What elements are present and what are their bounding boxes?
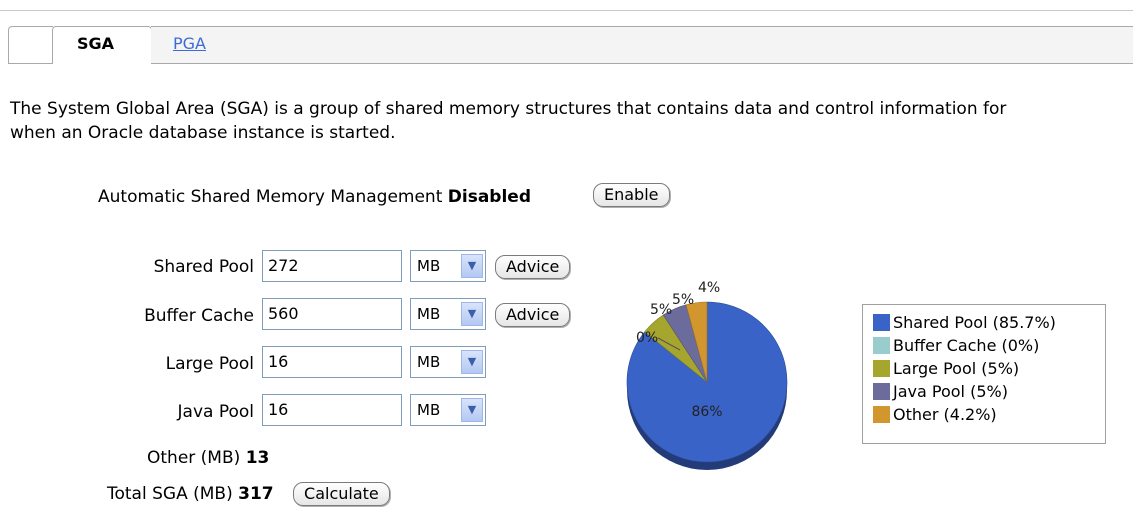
- tab-sga-label: SGA: [77, 34, 115, 53]
- large-pool-label: Large Pool: [165, 354, 254, 374]
- other-value: 13: [245, 448, 270, 468]
- tab-row: PGA: [151, 26, 1133, 64]
- chevron-down-icon[interactable]: ▼: [461, 254, 483, 278]
- page-border: [0, 10, 1133, 11]
- enable-button[interactable]: Enable: [593, 183, 670, 207]
- calculate-button[interactable]: Calculate: [293, 482, 390, 506]
- legend-swatch: [873, 337, 890, 354]
- java-pool-label: Java Pool: [177, 402, 254, 422]
- large-pool-unit-select[interactable]: MB ▼: [410, 346, 486, 378]
- tab-spacer: [8, 26, 53, 64]
- java-pool-unit-select[interactable]: MB ▼: [410, 394, 486, 426]
- shared-pool-unit: MB: [417, 257, 441, 275]
- legend-label: Buffer Cache (0%): [893, 336, 1040, 355]
- legend-item: Other (4.2%): [873, 403, 1105, 426]
- pie-slice-label: 0%: [636, 330, 658, 346]
- tab-sga[interactable]: SGA: [52, 26, 152, 64]
- legend-item: Buffer Cache (0%): [873, 334, 1105, 357]
- shared-pool-label: Shared Pool: [153, 257, 254, 277]
- shared-pool-input[interactable]: 272: [262, 250, 402, 282]
- legend-item: Java Pool (5%): [873, 380, 1105, 403]
- buffer-cache-unit-select[interactable]: MB ▼: [410, 298, 486, 330]
- legend-label: Java Pool (5%): [893, 382, 1008, 401]
- legend-swatch: [873, 406, 890, 423]
- legend-label: Large Pool (5%): [893, 359, 1020, 378]
- shared-pool-advice-button[interactable]: Advice: [495, 255, 571, 279]
- buffer-cache-unit: MB: [417, 305, 441, 323]
- buffer-cache-advice-button[interactable]: Advice: [495, 303, 571, 327]
- asmm-row: Automatic Shared Memory Management Disab…: [98, 183, 670, 207]
- pie-slice-label: 5%: [650, 302, 672, 318]
- chevron-down-icon[interactable]: ▼: [461, 398, 483, 422]
- total-value: 317: [238, 484, 274, 504]
- chevron-down-icon[interactable]: ▼: [461, 302, 483, 326]
- other-row: Other (MB) 13: [147, 448, 269, 468]
- large-pool-unit: MB: [417, 353, 441, 371]
- total-row: Total SGA (MB) 317 Calculate: [107, 482, 390, 506]
- buffer-cache-label: Buffer Cache: [144, 306, 254, 326]
- legend-label: Shared Pool (85.7%): [893, 313, 1056, 332]
- description-line-2: when an Oracle database instance is star…: [10, 123, 396, 143]
- other-label: Other (MB): [147, 448, 241, 468]
- java-pool-unit: MB: [417, 401, 441, 419]
- legend-swatch: [873, 383, 890, 400]
- large-pool-input[interactable]: 16: [262, 346, 402, 378]
- asmm-label: Automatic Shared Memory Management: [98, 187, 443, 207]
- chevron-down-icon[interactable]: ▼: [461, 350, 483, 374]
- total-label: Total SGA (MB): [107, 484, 233, 504]
- tab-bar: SGA PGA: [8, 26, 1133, 64]
- legend-item: Large Pool (5%): [873, 357, 1105, 380]
- buffer-cache-input[interactable]: 560: [262, 298, 402, 330]
- legend-swatch: [873, 360, 890, 377]
- legend-swatch: [873, 314, 890, 331]
- chart-legend: Shared Pool (85.7%) Buffer Cache (0%) Larg…: [862, 304, 1106, 444]
- legend-item: Shared Pool (85.7%): [873, 311, 1105, 334]
- java-pool-input[interactable]: 16: [262, 394, 402, 426]
- sga-pie-chart: 86%0%5%5%4%: [626, 280, 788, 470]
- pie-slice-label: 4%: [698, 280, 720, 296]
- asmm-status: Disabled: [447, 187, 532, 207]
- pie-slice-label: 5%: [672, 292, 694, 308]
- pie-slice-label: 86%: [691, 404, 722, 420]
- legend-label: Other (4.2%): [893, 405, 997, 424]
- tab-pga[interactable]: PGA: [173, 34, 206, 53]
- description-line-1: The System Global Area (SGA) is a group …: [10, 99, 1007, 119]
- shared-pool-unit-select[interactable]: MB ▼: [410, 250, 486, 282]
- sga-description: The System Global Area (SGA) is a group …: [10, 97, 1133, 145]
